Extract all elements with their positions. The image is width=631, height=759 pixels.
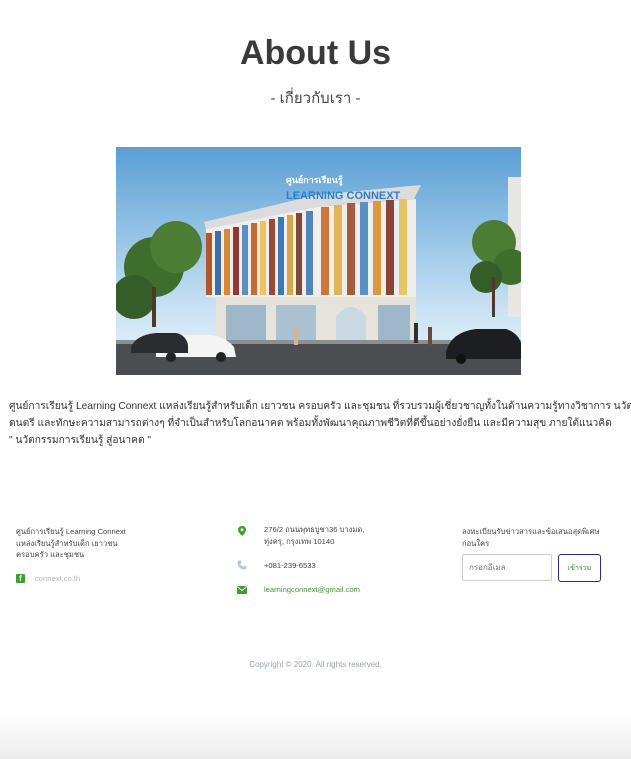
- address-line: 276/2 ถนนพุทธบูชา36 บางมด,: [264, 525, 365, 534]
- address-line: ทุ่งครุ, กรุงเทพ 10140: [264, 537, 335, 546]
- newsletter-text: ลงทะเบียนรับข่าวสารและข้อเสนอสุดพิเศษ ก่…: [462, 527, 600, 548]
- page-title: About Us: [239, 34, 392, 72]
- about-line: ศูนย์การเรียนรู้ Learning Connext แหล่งเ…: [9, 401, 631, 412]
- about-line: ดนตรี และทักษะความสามารถต่างๆ ที่จำเป็นส…: [9, 418, 612, 429]
- map-pin-icon: [238, 526, 246, 536]
- building-image: ศูนย์การเรียนรู้ LEARNING CONNEXT: [116, 147, 521, 375]
- copyright: Copyright © 2020. All rights reserved.: [249, 660, 382, 669]
- phone-icon: [237, 560, 247, 570]
- facebook-icon[interactable]: f: [16, 574, 25, 583]
- sign-thai: ศูนย์การเรียนรู้: [286, 174, 343, 186]
- phone-number[interactable]: +081-239-6533: [264, 560, 316, 572]
- bottom-fade: [0, 715, 631, 759]
- sign-english: LEARNING CONNEXT: [286, 190, 401, 202]
- website-link[interactable]: connext.co.th: [35, 574, 80, 583]
- envelope-icon: [237, 586, 247, 594]
- page-subtitle: - เกี่ยวกับเรา -: [270, 90, 361, 107]
- join-button[interactable]: เข้าร่วม: [558, 554, 601, 582]
- about-text: ศูนย์การเรียนรู้ Learning Connext แหล่งเ…: [9, 398, 631, 449]
- email-link[interactable]: learningconnext@gmail.com: [264, 584, 360, 596]
- about-line: " นวัตกรรมการเรียนรู้ สู่อนาคต ": [9, 435, 152, 446]
- footer-description: ศูนย์การเรียนรู้ Learning Connext แหล่งเ…: [16, 527, 126, 559]
- newsletter-email-input[interactable]: [462, 554, 552, 581]
